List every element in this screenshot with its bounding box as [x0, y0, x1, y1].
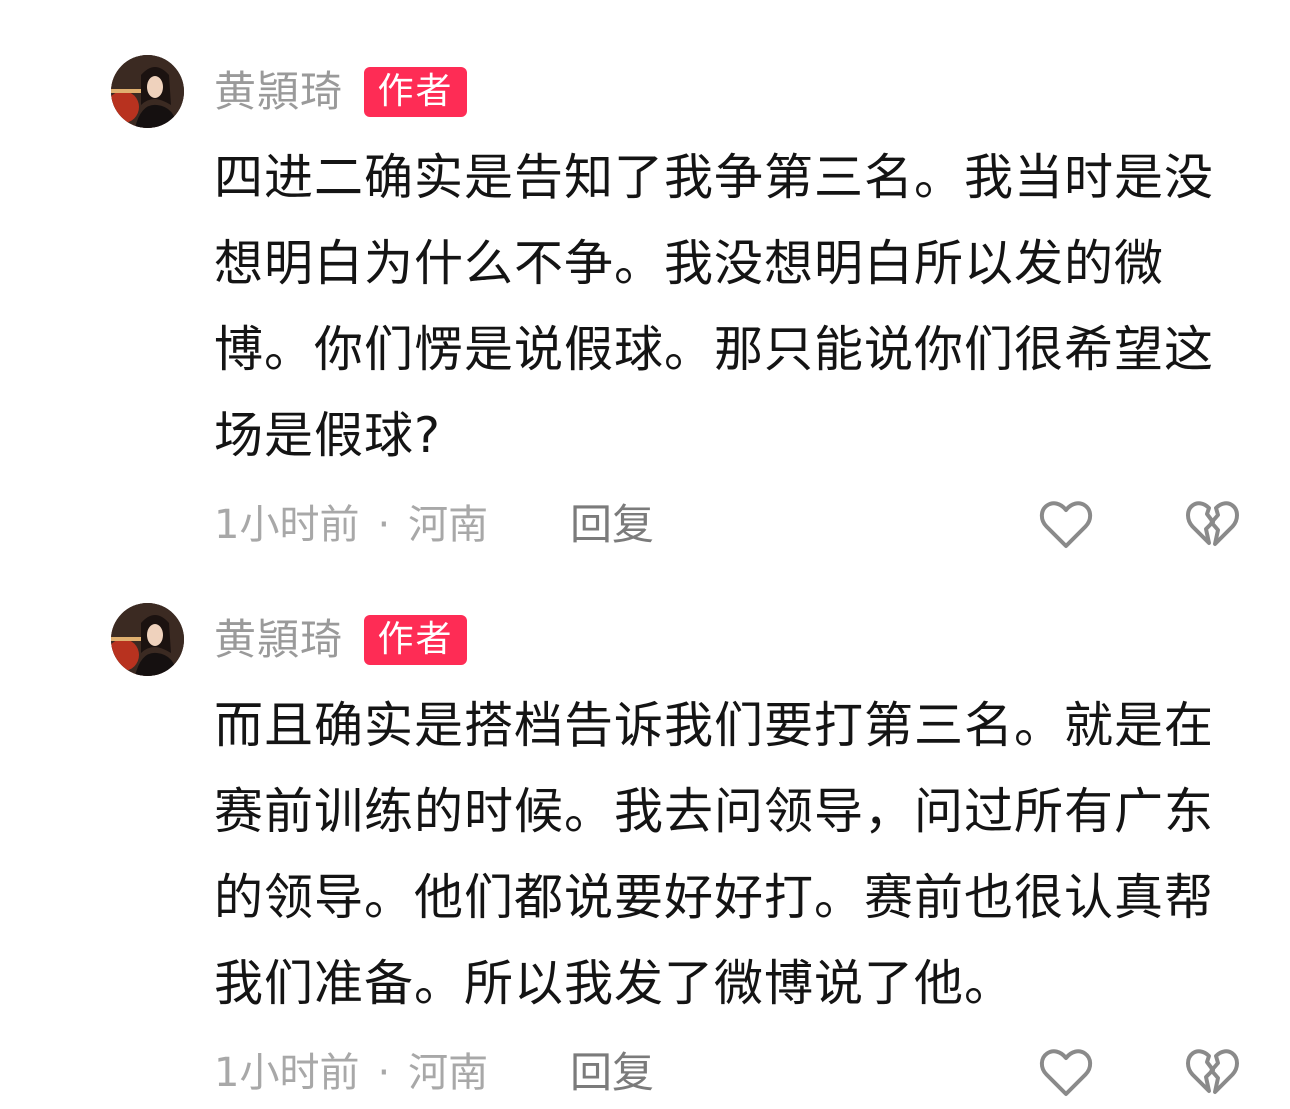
- comment-location: 河南: [408, 1050, 489, 1096]
- avatar-image: [111, 55, 184, 128]
- like-button[interactable]: [1036, 1043, 1096, 1103]
- broken-heart-outline-icon: [1186, 1049, 1239, 1094]
- meta-separator: ·: [377, 1050, 391, 1096]
- dislike-button[interactable]: [1182, 495, 1242, 555]
- comment-meta: 1小时前 · 河南: [214, 1043, 488, 1103]
- heart-outline-icon: [1039, 1049, 1093, 1096]
- heart-outline-icon: [1039, 501, 1093, 548]
- broken-heart-outline-icon: [1186, 501, 1239, 546]
- meta-separator: ·: [377, 502, 391, 548]
- author-badge: 作者: [364, 67, 467, 117]
- comment-meta: 1小时前 · 河南: [214, 495, 488, 555]
- author-name[interactable]: 黄頴琦: [214, 610, 343, 670]
- like-button[interactable]: [1036, 495, 1096, 555]
- comment-text: 四进二确实是告知了我争第三名。我当时是没想明白为什么不争。我没想明白所以发的微博…: [214, 149, 1215, 464]
- avatar[interactable]: [111, 55, 184, 128]
- reply-button[interactable]: 回复: [570, 495, 654, 555]
- comment-text: 而且确实是搭档告诉我们要打第三名。就是在赛前训练的时候。我去问领导，问过所有广东…: [214, 697, 1215, 1012]
- comment-time: 1小时前: [214, 1050, 360, 1096]
- reply-button[interactable]: 回复: [570, 1043, 654, 1103]
- author-badge: 作者: [364, 615, 467, 665]
- comment-location: 河南: [408, 502, 489, 548]
- author-name[interactable]: 黄頴琦: [214, 62, 343, 122]
- comment-time: 1小时前: [214, 502, 360, 548]
- dislike-button[interactable]: [1182, 1043, 1242, 1103]
- avatar[interactable]: [111, 603, 184, 676]
- avatar-image: [111, 603, 184, 676]
